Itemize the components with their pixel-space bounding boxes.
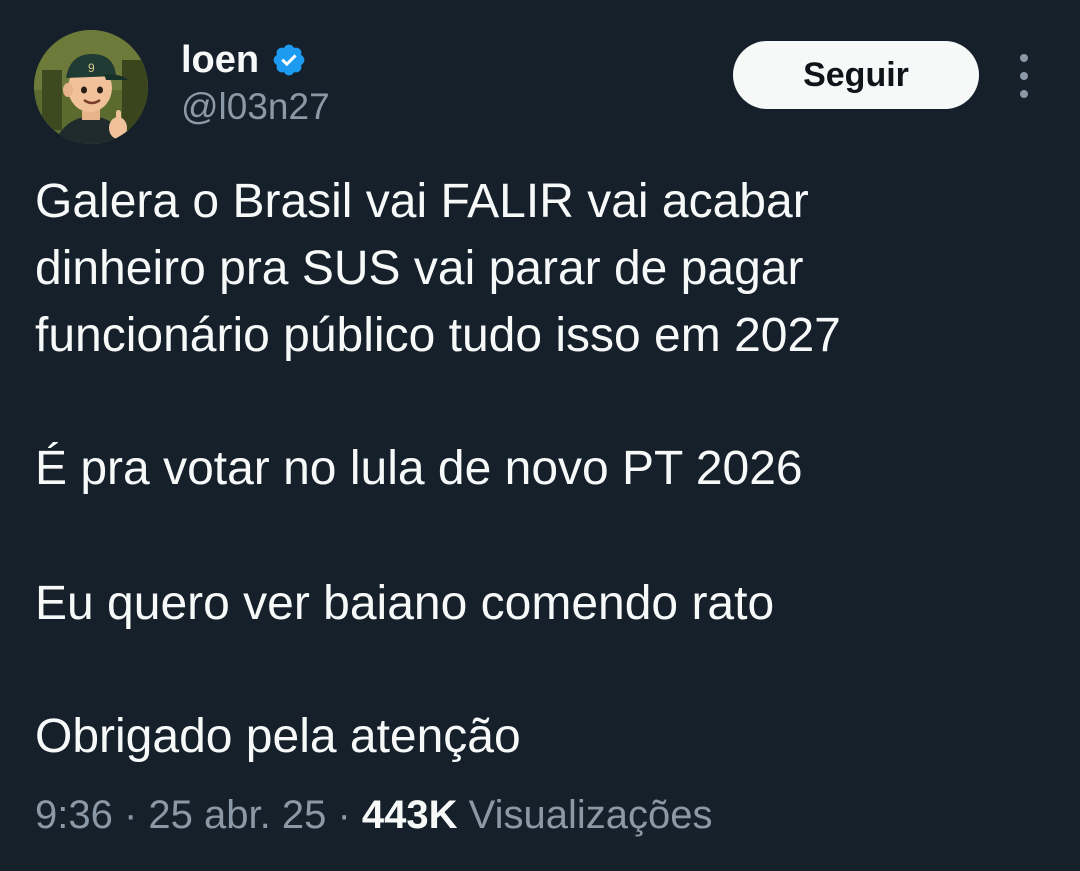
tweet-paragraph: Obrigado pela atenção: [35, 703, 521, 770]
tweet-text-line: dinheiro pra SUS vai parar de pagar: [35, 242, 804, 295]
follow-button[interactable]: Seguir: [733, 41, 979, 109]
tweet-text-line: É pra votar no lula de novo PT 2026: [35, 442, 803, 495]
more-dot: [1020, 72, 1028, 80]
verified-badge-icon[interactable]: [271, 42, 307, 78]
views-count[interactable]: 443K: [362, 793, 458, 837]
tweet-paragraph: Galera o Brasil vai FALIR vai acabar din…: [35, 168, 841, 369]
tweet-card: 9 loen @l03n27 Seguir Galera o Brasil va…: [0, 0, 1080, 871]
meta-separator: ·: [326, 793, 362, 837]
tweet-text-line: Galera o Brasil vai FALIR vai acabar: [35, 175, 809, 228]
avatar[interactable]: 9: [34, 30, 148, 144]
tweet-text-line: Obrigado pela atenção: [35, 710, 521, 763]
author-handle[interactable]: @l03n27: [181, 86, 330, 128]
author-name-row: loen: [181, 36, 307, 84]
more-dot: [1020, 54, 1028, 62]
tweet-paragraph: É pra votar no lula de novo PT 2026: [35, 435, 803, 502]
tweet-time[interactable]: 9:36: [35, 793, 113, 837]
more-dot: [1020, 90, 1028, 98]
display-name[interactable]: loen: [181, 39, 259, 82]
meta-separator: ·: [112, 793, 149, 837]
more-options-icon[interactable]: [1008, 54, 1040, 98]
avatar-image: 9: [34, 30, 148, 144]
svg-text:9: 9: [88, 61, 95, 75]
tweet-meta: 9:36 · 25 abr. 25 · 443K Visualizações: [35, 790, 713, 840]
tweet-paragraph: Eu quero ver baiano comendo rato: [35, 570, 774, 637]
tweet-text-line: funcionário público tudo isso em 2027: [35, 309, 841, 362]
tweet-text-line: Eu quero ver baiano comendo rato: [35, 577, 775, 630]
views-label: Visualizações: [468, 793, 713, 837]
tweet-date[interactable]: 25 abr. 25: [148, 793, 326, 837]
